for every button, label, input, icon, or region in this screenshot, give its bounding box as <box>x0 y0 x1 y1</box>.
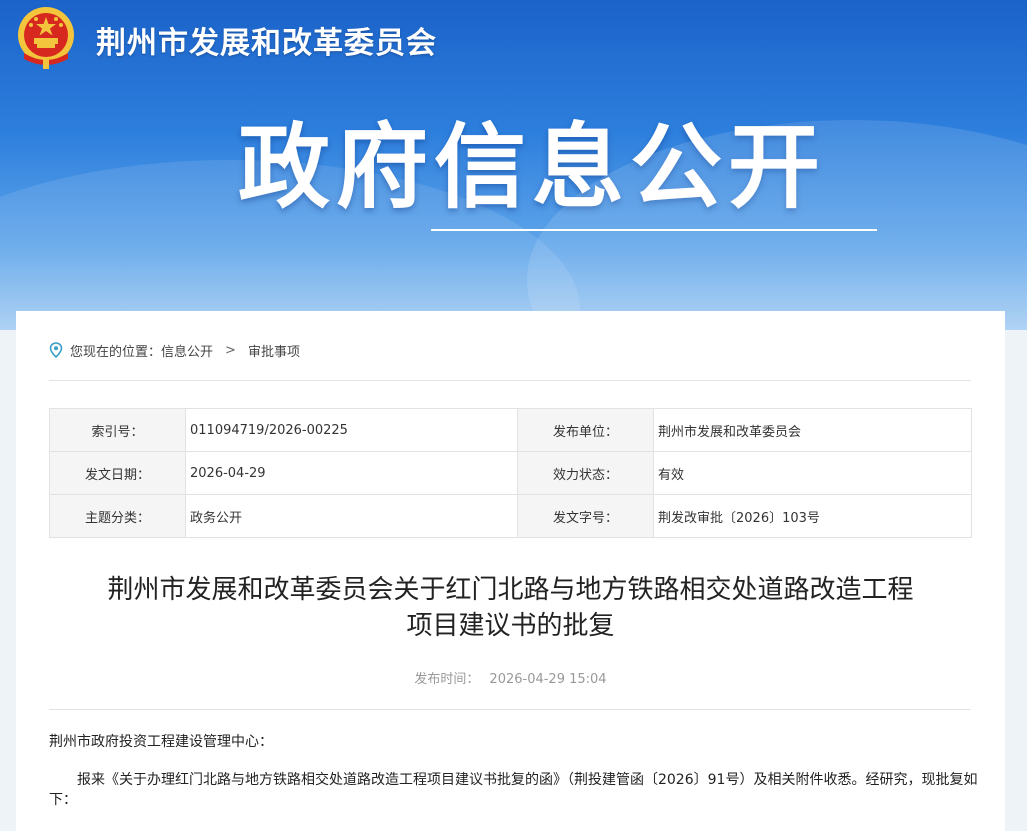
meta-key: 索引号： <box>49 408 186 452</box>
meta-value: 2026-04-29 <box>185 451 518 495</box>
publish-time-label: 发布时间： <box>414 672 480 687</box>
site-name[interactable]: 荆州市发展和改革委员会 <box>96 18 437 62</box>
meta-key: 发文日期： <box>49 451 186 495</box>
content-panel <box>16 311 1005 831</box>
divider <box>49 709 971 710</box>
article-recipient: 荆州市政府投资工程建设管理中心： <box>49 734 273 750</box>
breadcrumb-item-info-public[interactable]: 信息公开 <box>161 341 213 360</box>
breadcrumb-prefix: 您现在的位置： <box>70 344 162 360</box>
breadcrumb-separator: > <box>225 342 236 358</box>
article-title-line-1: 荆州市发展和改革委员会关于红门北路与地方铁路相交处道路改造工程 <box>107 575 914 605</box>
article-paragraph: 报来《关于办理红门北路与地方铁路相交处道路改造工程项目建议书批复的函》（荆投建管… <box>49 772 978 808</box>
banner-title-underline <box>431 229 877 231</box>
meta-value: 荆发改审批〔2026〕103号 <box>653 494 972 538</box>
article-title-line-2: 项目建议书的批复 <box>406 611 615 641</box>
meta-value: 有效 <box>653 451 972 495</box>
header-banner: 荆州市发展和改革委员会 政府信息公开 <box>0 0 1027 330</box>
meta-row: 发文日期： 2026-04-29 效力状态： 有效 <box>49 451 972 495</box>
meta-row: 主题分类： 政务公开 发文字号： 荆发改审批〔2026〕103号 <box>49 494 972 538</box>
document-meta-table: 索引号： 011094719/2026-00225 发布单位： 荆州市发展和改革… <box>49 408 972 538</box>
location-pin-icon <box>49 342 63 358</box>
meta-key: 发文字号： <box>517 494 654 538</box>
meta-key: 发布单位： <box>517 408 654 452</box>
breadcrumb: 您现在的位置： 信息公开 > 审批事项 <box>49 340 300 360</box>
meta-value: 011094719/2026-00225 <box>185 408 518 452</box>
national-emblem-icon <box>18 7 74 69</box>
publish-time-value: 2026-04-29 15:04 <box>489 672 607 687</box>
article-title: 荆州市发展和改革委员会关于红门北路与地方铁路相交处道路改造工程 项目建议书的批复 <box>49 572 972 644</box>
meta-row: 索引号： 011094719/2026-00225 发布单位： 荆州市发展和改革… <box>49 408 972 452</box>
banner-title: 政府信息公开 <box>238 114 827 221</box>
meta-value: 政务公开 <box>185 494 518 538</box>
breadcrumb-item-approvals[interactable]: 审批事项 <box>248 341 300 360</box>
meta-key: 效力状态： <box>517 451 654 495</box>
publish-time: 发布时间： 2026-04-29 15:04 <box>49 668 972 687</box>
divider <box>49 380 971 381</box>
meta-value: 荆州市发展和改革委员会 <box>653 408 972 452</box>
meta-key: 主题分类： <box>49 494 186 538</box>
